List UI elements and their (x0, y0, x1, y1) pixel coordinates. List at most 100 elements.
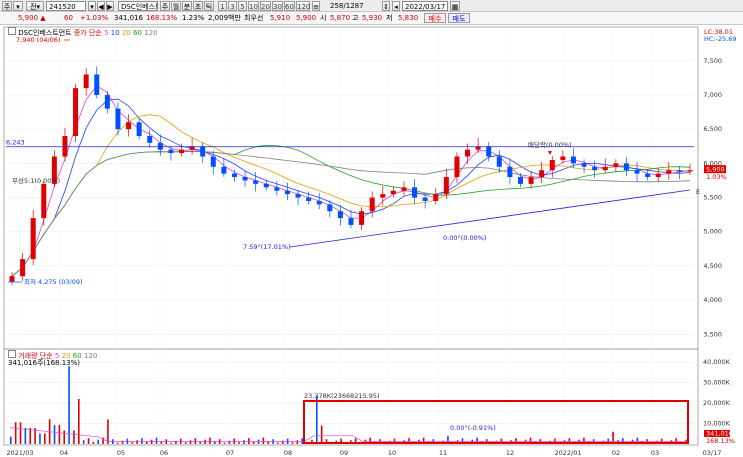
legend-ma20[interactable]: 20 (122, 29, 131, 37)
date-axis-label: 10 (388, 449, 396, 457)
mode-button-second[interactable]: 초 (193, 1, 203, 11)
candle-body (179, 149, 184, 154)
candle-body (126, 122, 132, 130)
volume-bar (146, 441, 148, 444)
volume-readout: 341,016주(168.13%) (8, 359, 80, 367)
period-3[interactable]: 3 (228, 1, 237, 11)
mode-button-day[interactable]: 주 (2, 1, 12, 11)
period-60[interactable]: 60 (284, 1, 295, 11)
legend-ma120[interactable]: 120 (144, 29, 157, 37)
date-axis-label: 2022/01 (554, 449, 581, 457)
period-20[interactable]: 20 (260, 1, 271, 11)
volume-bar (131, 442, 134, 444)
candle-body (20, 259, 26, 277)
candle-body (94, 74, 100, 95)
sell-button[interactable]: 매도 (448, 13, 470, 23)
mode-button-month[interactable]: 월 (171, 1, 181, 11)
legend-ma60[interactable]: 60 (133, 29, 142, 37)
candle-body (168, 149, 174, 154)
turnover: 1.23% (182, 14, 205, 22)
candle-body (687, 170, 693, 172)
count-spinner-icon[interactable]: ⇕ (382, 1, 390, 11)
stock-name-field[interactable]: DSC인베스트 (118, 1, 158, 11)
volume-peak-label: 23,378K(23668215.95) (304, 392, 380, 400)
date-axis-label: 12 (506, 449, 514, 457)
volume-bar (10, 436, 12, 444)
price-tick-label: 4,000 (703, 296, 722, 304)
volume-bar (73, 430, 75, 444)
volume-bar (87, 438, 90, 444)
calendar-icon[interactable]: ▦ (450, 1, 460, 11)
vol-legend-ma120[interactable]: 120 (84, 352, 97, 360)
candle-body (242, 177, 248, 181)
volume-bar (243, 440, 245, 444)
candle-body (253, 180, 259, 184)
mode-button-minute[interactable]: 분 (182, 1, 192, 11)
legend-series: 종가 단순 (73, 29, 102, 37)
legend-ma5[interactable]: 5 (104, 29, 108, 37)
volume-bar (24, 427, 27, 444)
legend-box-icon[interactable] (8, 27, 16, 35)
calendar-prev-icon[interactable]: ◂ (392, 1, 400, 11)
candle-body (157, 142, 163, 150)
buy-button[interactable]: 매수 (424, 13, 446, 23)
candle-body (348, 218, 354, 225)
date-axis-label: 09 (340, 449, 348, 457)
candle-body (412, 187, 418, 198)
search-icon[interactable]: ▾ (88, 1, 96, 11)
open-price: 5,870 (330, 14, 351, 22)
candle-body (623, 163, 629, 171)
candle-body (549, 159, 555, 171)
price-tick-label: 7,000 (703, 91, 722, 99)
chart-toolbar: 주 ▾ 전▾ 241520 ▾ ◀ ▶ DSC인베스트 주 월 분 초 틱 1 … (0, 0, 743, 12)
volume-bar (155, 437, 158, 444)
candle-body (634, 170, 640, 174)
volume-bar (316, 396, 318, 444)
low-annotation: 최저 4,275 (03/09) (24, 277, 83, 286)
candle-body (359, 211, 365, 225)
volume-bar (199, 441, 202, 444)
volume-bar (257, 439, 260, 444)
settings-icon[interactable]: ≡ (312, 1, 320, 11)
candle-body (666, 170, 672, 174)
candle-body (655, 173, 661, 178)
period-10[interactable]: 10 (248, 1, 259, 11)
volume-bar (291, 442, 294, 444)
trade-value: 2,009백만 (208, 14, 241, 22)
date-axis-label: 03/17 (703, 449, 722, 457)
prev-arrow-icon[interactable]: ◀ (97, 1, 105, 11)
date-input[interactable]: 2022/03/17 (402, 1, 448, 11)
data-count: 258/1287 (330, 2, 364, 10)
stock-chart[interactable]: 7,5007,0006,5006,0005,5005,0004,5004,000… (0, 26, 743, 457)
mode-button-tick[interactable]: 틱 (204, 1, 214, 11)
trend-low-label: 7.59°(17.01%) (243, 243, 291, 251)
candle-body (592, 166, 598, 171)
mode-button-day-2[interactable]: 주 (160, 1, 170, 11)
candle-body (62, 136, 68, 157)
legend-stock-name: DSC인베스트먼트 (18, 29, 72, 37)
candle-body (104, 94, 110, 109)
legend-box-icon-2[interactable] (8, 350, 16, 358)
period-1[interactable]: 1 (218, 1, 227, 11)
high-label: 고 (352, 14, 359, 22)
candle-body (465, 149, 471, 157)
dropdown-chevron-icon[interactable]: ▾ (13, 1, 23, 11)
volume-bar (301, 438, 304, 444)
volume-bar (68, 366, 70, 444)
legend-ma10[interactable]: 10 (111, 29, 120, 37)
next-arrow-icon[interactable]: ▶ (106, 1, 114, 11)
volume-bar (53, 424, 56, 444)
volume-bar (248, 438, 250, 444)
period-30[interactable]: 30 (272, 1, 283, 11)
stock-code-input[interactable]: 241520 (46, 1, 86, 11)
candle-body (676, 170, 682, 172)
current-price: 5,900 ▲ (18, 14, 46, 22)
period-5[interactable]: 5 (238, 1, 247, 11)
period-120[interactable]: 120 (296, 1, 310, 11)
candle-body (486, 146, 492, 157)
volume-tick-label: 20,000K (703, 399, 731, 407)
candle-body (327, 204, 333, 212)
market-select[interactable]: 전▾ (26, 1, 44, 11)
volume-bar (262, 437, 265, 444)
candle-body (284, 190, 290, 195)
